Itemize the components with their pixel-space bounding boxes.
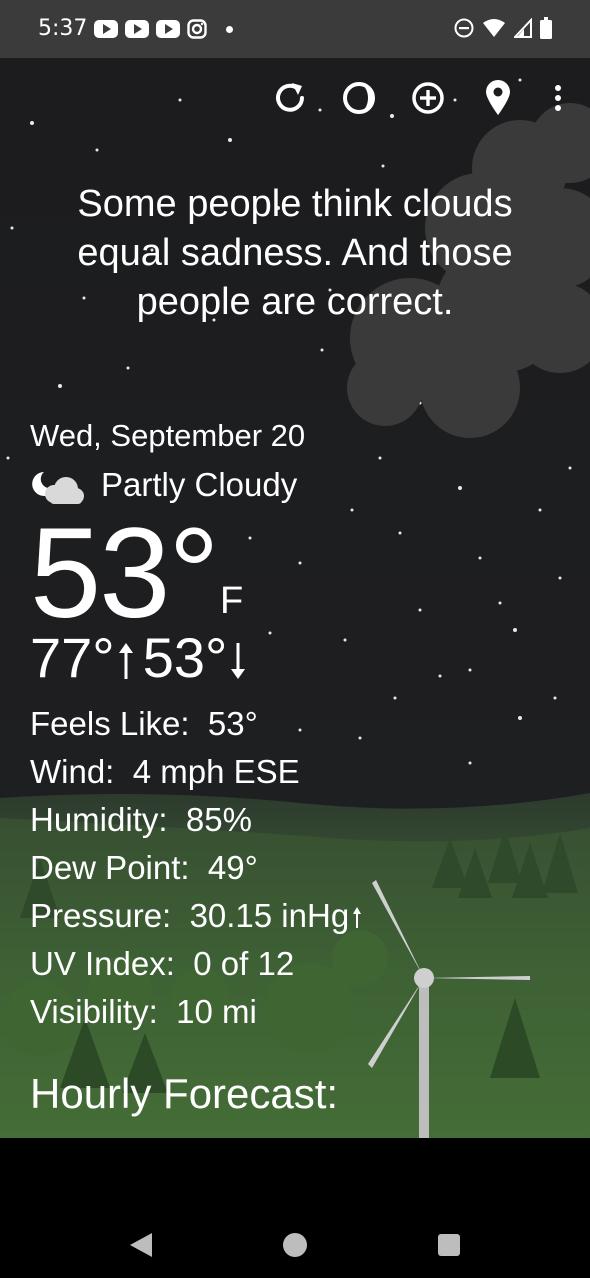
top-toolbar — [0, 78, 590, 122]
detail-label: Wind: — [30, 753, 115, 790]
detail-label: Pressure: — [30, 897, 172, 934]
youtube-icon — [156, 20, 180, 38]
arrow-down-icon — [231, 643, 246, 679]
signal-icon — [514, 18, 532, 38]
navigation-bar — [0, 1138, 590, 1278]
notification-icons — [94, 19, 233, 39]
home-icon[interactable] — [281, 1231, 309, 1259]
detail-humidity: Humidity: 85% — [30, 796, 362, 844]
detail-dew-point: Dew Point: 49° — [30, 844, 362, 892]
detail-label: UV Index: — [30, 945, 175, 982]
weather-details: Feels Like: 53° Wind: 4 mph ESE Humidity… — [30, 700, 362, 1036]
status-time: 5:37 — [38, 16, 88, 41]
weather-quote: Some people think clouds equal sadness. … — [77, 183, 513, 323]
youtube-icon — [94, 20, 118, 38]
overflow-menu-icon[interactable] — [538, 78, 578, 118]
temperature-unit: F — [220, 580, 244, 622]
detail-value: 0 of 12 — [193, 945, 295, 982]
instagram-icon — [187, 19, 207, 39]
arrow-up-icon — [118, 643, 133, 679]
detail-value: 10 mi — [176, 993, 257, 1030]
detail-value: 4 mph ESE — [132, 753, 300, 790]
pressure-rising-icon — [353, 907, 362, 928]
hourly-forecast-title: Hourly Forecast: — [30, 1070, 339, 1117]
date-label: Wed, September 20 — [30, 418, 306, 453]
do-not-disturb-icon — [454, 18, 474, 38]
detail-visibility: Visibility: 10 mi — [30, 988, 362, 1036]
add-location-icon[interactable] — [408, 78, 448, 118]
recents-icon[interactable] — [437, 1233, 461, 1257]
refresh-icon[interactable] — [270, 78, 310, 118]
back-icon[interactable] — [128, 1231, 154, 1259]
high-temperature: 77° — [30, 626, 115, 689]
current-temperature: 53° — [30, 502, 220, 645]
detail-value: 49° — [207, 849, 258, 886]
detail-pressure: Pressure: 30.15 inHg — [30, 892, 362, 940]
detail-value: 53° — [207, 705, 258, 742]
detail-label: Humidity: — [30, 801, 168, 838]
high-low: 77° 53° — [30, 628, 247, 688]
wifi-icon — [483, 19, 505, 37]
status-bar: 5:37 — [0, 0, 590, 58]
detail-label: Dew Point: — [30, 849, 190, 886]
detail-uv-index: UV Index: 0 of 12 — [30, 940, 362, 988]
system-icons — [454, 17, 552, 39]
detail-wind: Wind: 4 mph ESE — [30, 748, 362, 796]
low-temperature: 53° — [142, 626, 228, 689]
detail-label: Visibility: — [30, 993, 158, 1030]
youtube-icon — [125, 20, 149, 38]
condition-label: Partly Cloudy — [101, 466, 298, 503]
detail-value: 85% — [185, 801, 252, 838]
dot-icon — [226, 25, 233, 33]
location-pin-icon[interactable] — [478, 78, 518, 118]
battery-icon — [540, 17, 552, 39]
detail-value: 30.15 inHg — [189, 897, 350, 934]
moon-phase-icon[interactable] — [339, 78, 379, 118]
detail-label: Feels Like: — [30, 705, 190, 742]
detail-feels-like: Feels Like: 53° — [30, 700, 362, 748]
